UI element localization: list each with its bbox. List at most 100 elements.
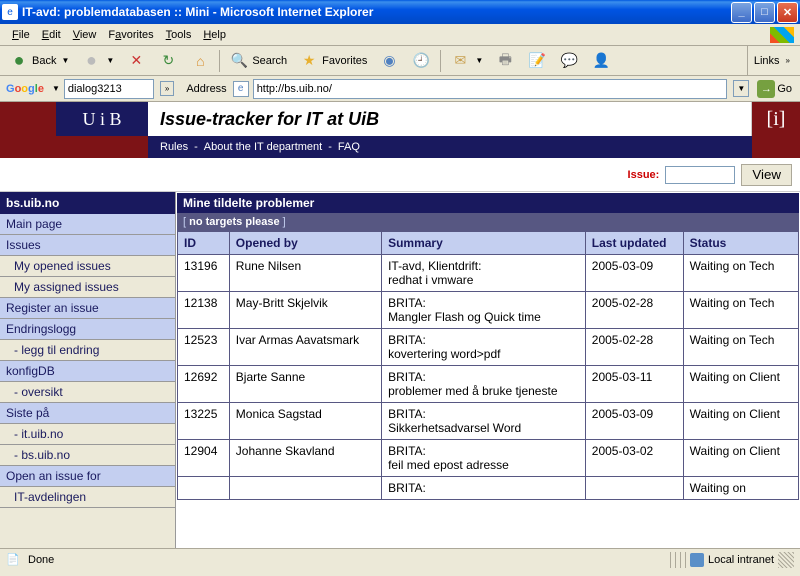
favorites-button[interactable]: ★Favorites <box>294 48 372 74</box>
discuss-button[interactable]: 💬 <box>554 48 584 74</box>
cell-status: Waiting on <box>683 477 798 500</box>
sidebar-item-4[interactable]: Register an issue <box>0 298 175 319</box>
table-row[interactable]: 13196Rune NilsenIT-avd, Klientdrift: red… <box>178 255 799 292</box>
cell-summary: BRITA: <box>382 477 586 500</box>
edit-button[interactable]: 📝 <box>522 48 552 74</box>
link-rules[interactable]: Rules <box>160 141 188 153</box>
refresh-button[interactable]: ↻ <box>153 48 183 74</box>
forward-button[interactable]: ●▼ <box>76 48 119 74</box>
refresh-icon: ↻ <box>158 51 178 71</box>
cell-by: Johanne Skavland <box>229 440 381 477</box>
table-row[interactable]: 12692Bjarte SanneBRITA: problemer med å … <box>178 366 799 403</box>
issue-input[interactable] <box>665 166 735 184</box>
sidebar-item-1[interactable]: Issues <box>0 235 175 256</box>
sidebar-header: bs.uib.no <box>0 192 175 214</box>
cell-id: 13225 <box>178 403 230 440</box>
menu-file[interactable]: File <box>6 27 36 43</box>
go-button[interactable]: →Go <box>753 80 796 98</box>
url-dropdown[interactable]: ▼ <box>733 80 749 97</box>
sidebar-item-10[interactable]: - it.uib.no <box>0 424 175 445</box>
cell-summary: BRITA: Mangler Flash og Quick time <box>382 292 586 329</box>
sidebar-item-0[interactable]: Main page <box>0 214 175 235</box>
cell-id: 12523 <box>178 329 230 366</box>
col-summary[interactable]: Summary <box>382 232 586 255</box>
stop-button[interactable]: ✕ <box>121 48 151 74</box>
table-row[interactable]: 12904Johanne SkavlandBRITA: feil med epo… <box>178 440 799 477</box>
minimize-button[interactable]: _ <box>731 2 752 23</box>
discuss-icon: 💬 <box>559 51 579 71</box>
sidebar-item-6[interactable]: - legg til endring <box>0 340 175 361</box>
cell-status: Waiting on Tech <box>683 255 798 292</box>
menu-edit[interactable]: Edit <box>36 27 67 43</box>
resize-grip[interactable] <box>778 552 794 568</box>
google-options[interactable]: » <box>160 81 174 96</box>
stop-icon: ✕ <box>126 51 146 71</box>
home-button[interactable]: ⌂ <box>185 48 215 74</box>
cell-status: Waiting on Tech <box>683 292 798 329</box>
sidebar-item-11[interactable]: - bs.uib.no <box>0 445 175 466</box>
print-button[interactable]: 🖶 <box>490 48 520 74</box>
link-about[interactable]: About the IT department <box>204 141 322 153</box>
close-button[interactable]: ✕ <box>777 2 798 23</box>
page-status-icon: 📄 <box>6 553 20 567</box>
back-button[interactable]: ●Back▼ <box>4 48 74 74</box>
table-row[interactable]: 12138May-Britt SkjelvikBRITA: Mangler Fl… <box>178 292 799 329</box>
sidebar-item-9[interactable]: Siste på <box>0 403 175 424</box>
col-opened-by[interactable]: Opened by <box>229 232 381 255</box>
cell-summary: BRITA: feil med epost adresse <box>382 440 586 477</box>
menu-favorites[interactable]: Favorites <box>102 27 159 43</box>
uib-logo: U i B <box>56 102 148 136</box>
menu-help[interactable]: Help <box>197 27 232 43</box>
windows-flag-icon <box>770 27 794 43</box>
page-content: U i B Issue-tracker for IT at UiB [i] Ru… <box>0 102 800 548</box>
search-button[interactable]: 🔍Search <box>224 48 292 74</box>
table-row[interactable]: BRITA: Waiting on <box>178 477 799 500</box>
history-icon: 🕘 <box>411 51 431 71</box>
links-label[interactable]: Links» <box>747 46 796 75</box>
link-faq[interactable]: FAQ <box>338 141 360 153</box>
table-row[interactable]: 12523Ivar Armas AavatsmarkBRITA: koverte… <box>178 329 799 366</box>
search-icon: 🔍 <box>229 51 249 71</box>
menu-tools[interactable]: Tools <box>160 27 198 43</box>
sidebar-item-12[interactable]: Open an issue for <box>0 466 175 487</box>
mail-button[interactable]: ✉▼ <box>445 48 488 74</box>
info-icon[interactable]: [i] <box>752 102 800 136</box>
messenger-button[interactable]: 👤 <box>586 48 616 74</box>
maximize-button[interactable]: □ <box>754 2 775 23</box>
sidebar-item-13[interactable]: IT-avdelingen <box>0 487 175 508</box>
view-button[interactable]: View <box>741 164 792 186</box>
col-status[interactable]: Status <box>683 232 798 255</box>
forward-icon: ● <box>81 51 101 71</box>
cell-updated <box>585 477 683 500</box>
sidebar-item-5[interactable]: Endringslogg <box>0 319 175 340</box>
cell-by: May-Britt Skjelvik <box>229 292 381 329</box>
cell-id: 12904 <box>178 440 230 477</box>
cell-updated: 2005-03-09 <box>585 403 683 440</box>
media-icon: ◉ <box>379 51 399 71</box>
history-button[interactable]: 🕘 <box>406 48 436 74</box>
table-row[interactable]: 13225Monica SagstadBRITA: Sikkerhetsadva… <box>178 403 799 440</box>
sidebar-item-7[interactable]: konfigDB <box>0 361 175 382</box>
cell-summary: BRITA: problemer med å bruke tjeneste <box>382 366 586 403</box>
cell-updated: 2005-02-28 <box>585 329 683 366</box>
cell-id <box>178 477 230 500</box>
url-input[interactable] <box>253 79 728 99</box>
cell-by: Rune Nilsen <box>229 255 381 292</box>
cell-updated: 2005-03-02 <box>585 440 683 477</box>
print-icon: 🖶 <box>495 51 515 71</box>
go-icon: → <box>757 80 775 98</box>
google-search-input[interactable] <box>64 79 154 99</box>
col-updated[interactable]: Last updated <box>585 232 683 255</box>
media-button[interactable]: ◉ <box>374 48 404 74</box>
mail-icon: ✉ <box>450 51 470 71</box>
col-id[interactable]: ID <box>178 232 230 255</box>
page-title: Issue-tracker for IT at UiB <box>148 102 752 136</box>
menu-view[interactable]: View <box>67 27 103 43</box>
sidebar-item-2[interactable]: My opened issues <box>0 256 175 277</box>
table-area: Mine tildelte problemer [ no targets ple… <box>176 192 800 548</box>
sidebar-item-8[interactable]: - oversikt <box>0 382 175 403</box>
page-icon: e <box>233 81 249 97</box>
sidebar-item-3[interactable]: My assigned issues <box>0 277 175 298</box>
issue-label: Issue: <box>628 169 660 181</box>
menubar: File Edit View Favorites Tools Help <box>0 24 800 46</box>
